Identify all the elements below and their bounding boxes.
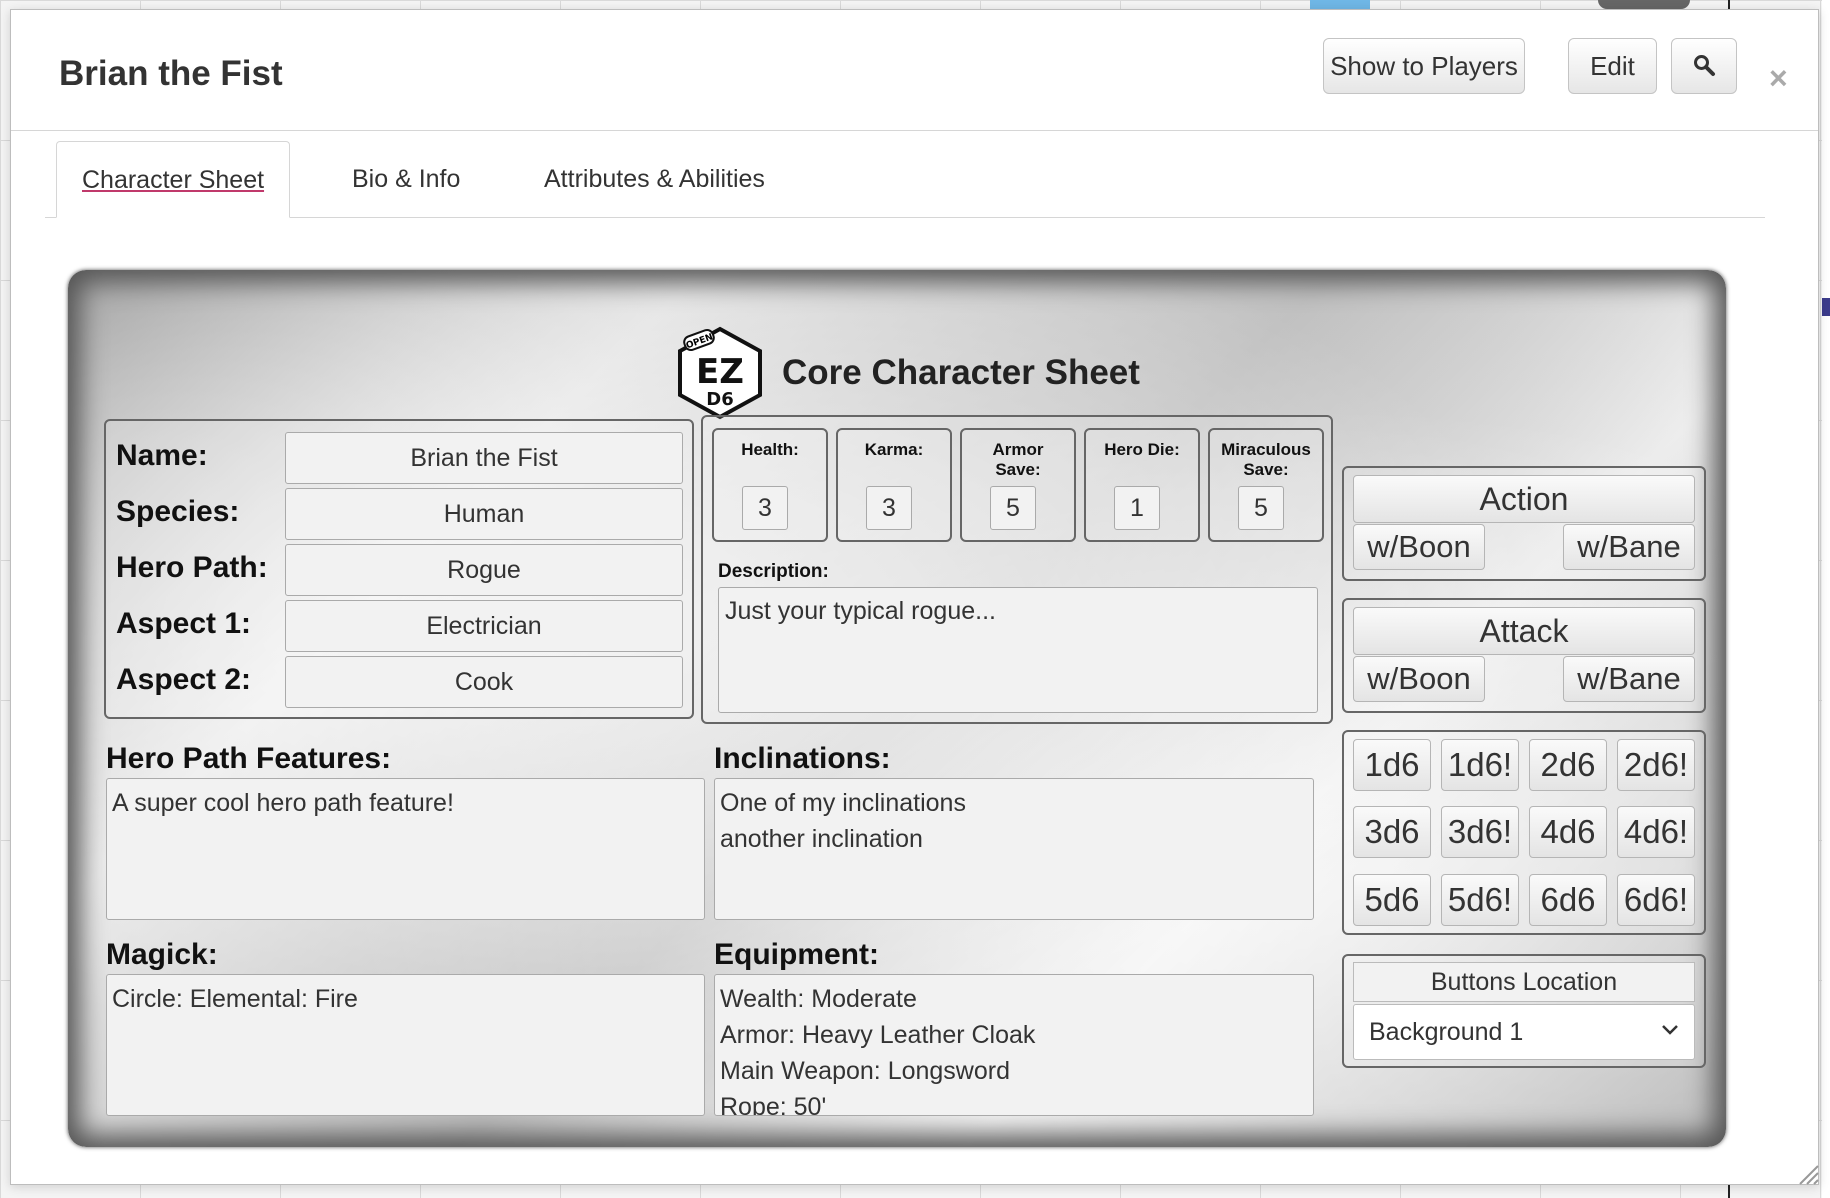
buttons-location-label: Buttons Location — [1353, 962, 1695, 1002]
roll-3d6-exploding-button[interactable]: 3d6! — [1441, 806, 1519, 858]
roll-6d6-button[interactable]: 6d6 — [1529, 874, 1607, 926]
karma-value[interactable]: 3 — [866, 486, 912, 530]
aspect-2-field[interactable]: Cook — [285, 656, 683, 708]
hero-die-value[interactable]: 1 — [1114, 486, 1160, 530]
edit-button[interactable]: Edit — [1568, 38, 1657, 94]
action-bane-button[interactable]: w/Bane — [1563, 524, 1695, 570]
equipment-field[interactable]: Wealth: Moderate Armor: Heavy Leather Cl… — [714, 974, 1314, 1116]
tab-label: Character Sheet — [82, 166, 265, 194]
hero-die-stat: Hero Die: 1 — [1084, 428, 1200, 542]
aspect-2-label: Aspect 2: — [116, 663, 252, 696]
dialog-title: Brian the Fist — [59, 54, 283, 93]
roll-4d6-exploding-button[interactable]: 4d6! — [1617, 806, 1695, 858]
inclinations-field[interactable]: One of my inclinations another inclinati… — [714, 778, 1314, 920]
background-highlight — [1310, 0, 1370, 9]
chevron-down-icon — [1662, 1025, 1678, 1035]
miraculous-save-value[interactable]: 5 — [1238, 486, 1284, 530]
description-field[interactable]: Just your typical rogue... — [718, 587, 1318, 713]
roll-2d6-button[interactable]: 2d6 — [1529, 739, 1607, 791]
species-label: Species: — [116, 495, 240, 528]
logo-sub-text: D6 — [706, 389, 733, 410]
magick-label: Magick: — [106, 938, 218, 971]
close-icon[interactable]: × — [1769, 60, 1788, 97]
hero-path-label: Hero Path: — [116, 551, 268, 584]
magick-field[interactable]: Circle: Elemental: Fire — [106, 974, 705, 1116]
equipment-label: Equipment: — [714, 938, 879, 971]
hero-path-features-field[interactable]: A super cool hero path feature! — [106, 778, 705, 920]
karma-label: Karma: — [864, 440, 924, 459]
name-label: Name: — [116, 439, 208, 472]
hero-path-features-label: Hero Path Features: — [106, 742, 392, 775]
background-edge — [1822, 0, 1830, 1198]
health-label: Health: — [741, 440, 799, 459]
sheet-header: OPEN EZ D6 Core Character Sheet — [672, 326, 1140, 420]
armor-save-label: Armor Save: — [992, 440, 1044, 479]
ezd6-logo: OPEN EZ D6 — [678, 326, 762, 420]
tab-character-sheet[interactable]: Character Sheet — [56, 141, 291, 218]
sheet-title: Core Character Sheet — [782, 353, 1140, 392]
tab-bio-info[interactable]: Bio & Info — [327, 141, 485, 217]
roll-1d6-exploding-button[interactable]: 1d6! — [1441, 739, 1519, 791]
health-stat: Health: 3 — [712, 428, 828, 542]
roll-4d6-button[interactable]: 4d6 — [1529, 806, 1607, 858]
attack-boon-button[interactable]: w/Boon — [1353, 656, 1485, 702]
resize-handle-icon[interactable] — [1796, 1162, 1820, 1186]
description-label: Description: — [718, 561, 829, 582]
karma-stat: Karma: 3 — [836, 428, 952, 542]
action-button[interactable]: Action — [1353, 475, 1695, 523]
attack-bane-button[interactable]: w/Bane — [1563, 656, 1695, 702]
aspect-1-label: Aspect 1: — [116, 607, 252, 640]
search-icon — [1694, 55, 1715, 76]
hero-die-label: Hero Die: — [1104, 440, 1180, 459]
attack-button[interactable]: Attack — [1353, 607, 1695, 655]
roll-2d6-exploding-button[interactable]: 2d6! — [1617, 739, 1695, 791]
dialog-header: Brian the Fist Show to Players Edit × — [11, 10, 1818, 131]
tab-attributes-abilities[interactable]: Attributes & Abilities — [519, 141, 790, 217]
name-field[interactable]: Brian the Fist — [285, 432, 683, 484]
armor-save-stat: Armor Save: 5 — [960, 428, 1076, 542]
background-tab — [1598, 0, 1690, 9]
aspect-1-field[interactable]: Electrician — [285, 600, 683, 652]
roll-5d6-button[interactable]: 5d6 — [1353, 874, 1431, 926]
roll-3d6-button[interactable]: 3d6 — [1353, 806, 1431, 858]
inclinations-label: Inclinations: — [714, 742, 891, 775]
tab-bar: Character Sheet Bio & Info Attributes & … — [45, 141, 1765, 218]
background-marker — [1822, 298, 1830, 316]
search-button[interactable] — [1671, 38, 1737, 94]
miraculous-save-label: Miraculous Save: — [1221, 440, 1311, 479]
armor-save-value[interactable]: 5 — [990, 486, 1036, 530]
species-field[interactable]: Human — [285, 488, 683, 540]
buttons-location-select[interactable]: Background 1 — [1353, 1004, 1695, 1060]
health-value[interactable]: 3 — [742, 486, 788, 530]
hero-path-field[interactable]: Rogue — [285, 544, 683, 596]
buttons-location-value: Background 1 — [1369, 1018, 1524, 1046]
roll-1d6-button[interactable]: 1d6 — [1353, 739, 1431, 791]
miraculous-save-stat: Miraculous Save: 5 — [1208, 428, 1324, 542]
logo-main-text: EZ — [696, 352, 744, 392]
roll-6d6-exploding-button[interactable]: 6d6! — [1617, 874, 1695, 926]
roll-5d6-exploding-button[interactable]: 5d6! — [1441, 874, 1519, 926]
show-to-players-button[interactable]: Show to Players — [1323, 38, 1525, 94]
action-boon-button[interactable]: w/Boon — [1353, 524, 1485, 570]
